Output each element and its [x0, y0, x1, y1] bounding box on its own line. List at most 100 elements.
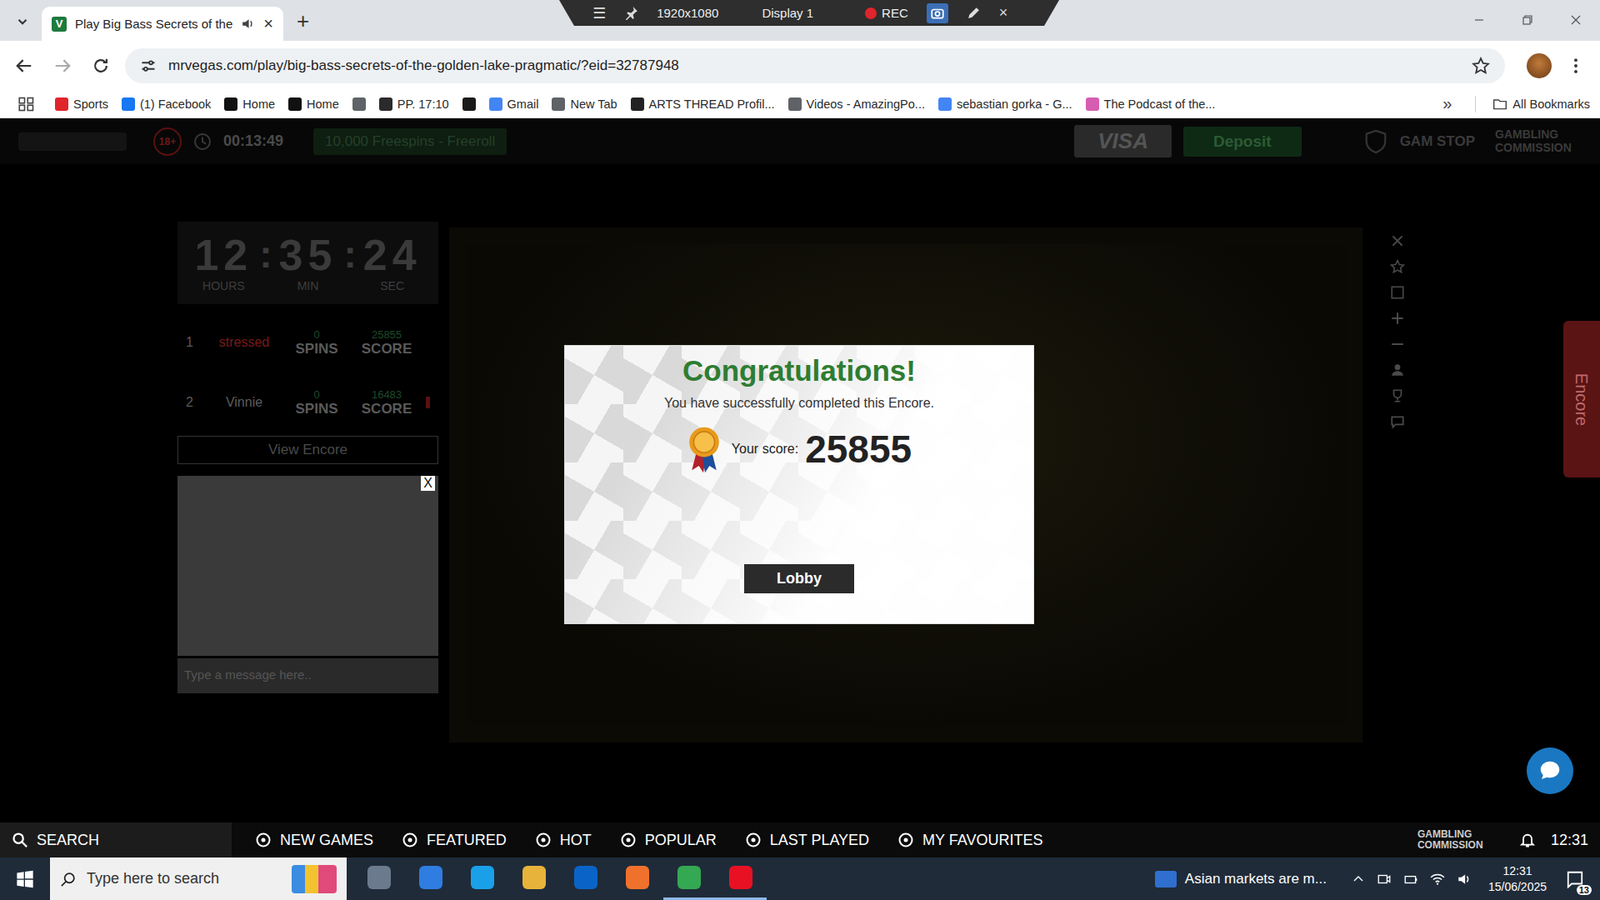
- close-game-icon[interactable]: [1390, 233, 1405, 249]
- tab-close-button[interactable]: ×: [263, 14, 274, 34]
- taskbar-app[interactable]: [560, 857, 612, 900]
- chat-input[interactable]: Type a message here..: [177, 658, 439, 694]
- gambling-commission-logo[interactable]: GAMBLING COMMISSION: [1495, 128, 1582, 155]
- deposit-button[interactable]: Deposit: [1183, 126, 1302, 157]
- profile-avatar-icon[interactable]: [1526, 53, 1552, 79]
- nav-item[interactable]: MY FAVOURITES: [897, 831, 1043, 850]
- minimize-icon[interactable]: [1455, 13, 1504, 27]
- leaderboard-row[interactable]: 1stressed0SPINS25855SCORE: [177, 320, 439, 365]
- recorder-rec-button[interactable]: REC: [865, 5, 909, 20]
- battery-icon[interactable]: [1403, 871, 1419, 887]
- bookmark-item[interactable]: sebastian gorka - G...: [938, 97, 1073, 111]
- taskbar-app[interactable]: [353, 857, 405, 900]
- system-clock[interactable]: 12:3115/06/2025: [1488, 863, 1547, 894]
- nav-item[interactable]: FEATURED: [401, 831, 507, 850]
- apps-grid-icon[interactable]: [18, 95, 35, 113]
- bookmark-item[interactable]: The Podcast of the...: [1085, 97, 1216, 111]
- shield-icon: [1363, 129, 1389, 155]
- taskbar-app[interactable]: [405, 857, 457, 900]
- nav-item[interactable]: HOT: [535, 831, 592, 850]
- bookmark-item[interactable]: Home: [288, 97, 340, 111]
- game-page: 12HOURS:35MIN:24SEC1stressed0SPINS25855S…: [0, 164, 1600, 823]
- search-button[interactable]: SEARCH: [0, 822, 232, 858]
- recorder-resolution[interactable]: 1920x1080: [656, 5, 719, 20]
- app-icon: [419, 865, 443, 890]
- bookmark-item[interactable]: [352, 97, 366, 111]
- bookmark-item[interactable]: ARTS THREAD Profil...: [630, 97, 775, 111]
- gambling-commission-logo[interactable]: GAMBLING COMMISSION: [1417, 829, 1505, 851]
- favourite-star-icon[interactable]: [1390, 259, 1405, 275]
- leaderboard-row[interactable]: 2Vinnie0SPINS16483SCORE: [177, 380, 439, 425]
- casino-site: 18+00:13:4910,000 Freespins - FreerollVI…: [0, 118, 1600, 858]
- nav-item-icon: [401, 831, 419, 849]
- lobby-button[interactable]: Lobby: [744, 564, 855, 594]
- url-field[interactable]: mrvegas.com/play/big-bass-secrets-of-the…: [125, 48, 1505, 84]
- bookmark-item[interactable]: Home: [224, 97, 275, 111]
- gamstop-logo[interactable]: GAM STOP: [1400, 133, 1475, 150]
- nav-item[interactable]: LAST PLAYED: [745, 831, 870, 850]
- promo-banner[interactable]: 10,000 Freespins - Freeroll: [313, 128, 507, 155]
- fullscreen-icon[interactable]: [1390, 285, 1405, 300]
- pin-icon[interactable]: [624, 5, 639, 20]
- wifi-icon[interactable]: [1430, 871, 1445, 887]
- user-icon[interactable]: [1390, 362, 1405, 378]
- zoom-in-icon[interactable]: [1390, 310, 1405, 326]
- nav-item[interactable]: POPULAR: [620, 831, 717, 850]
- chat-icon[interactable]: [1390, 414, 1405, 430]
- all-bookmarks-button[interactable]: All Bookmarks: [1492, 96, 1590, 112]
- taskbar-app[interactable]: [715, 857, 767, 900]
- camera-icon[interactable]: [926, 3, 949, 24]
- bookmark-item[interactable]: [462, 97, 476, 111]
- recorder-display[interactable]: Display 1: [761, 5, 814, 20]
- browser-tab[interactable]: VPlay Big Bass Secrets of the×: [41, 6, 284, 41]
- recorder-menu-button[interactable]: ☰: [592, 4, 606, 23]
- taskbar-app[interactable]: [508, 857, 560, 900]
- menu-kebab-icon[interactable]: [1561, 51, 1590, 80]
- nav-item[interactable]: NEW GAMES: [255, 831, 374, 850]
- live-chat-button[interactable]: [1526, 747, 1574, 795]
- folder-icon: [1492, 96, 1508, 112]
- bookmark-icon: [938, 97, 952, 111]
- news-widget[interactable]: Asian markets are m...: [1155, 870, 1327, 888]
- forward-icon[interactable]: [48, 51, 77, 80]
- bookmark-star-icon[interactable]: [1471, 56, 1490, 75]
- notifications-button[interactable]: 13: [1558, 870, 1592, 889]
- bookmark-item[interactable]: (1) Facebook: [121, 97, 211, 111]
- speaker-icon[interactable]: [240, 16, 255, 31]
- back-icon[interactable]: [10, 51, 39, 80]
- recorder-close-button[interactable]: ×: [999, 4, 1009, 22]
- bell-icon[interactable]: [1519, 831, 1536, 849]
- restore-icon[interactable]: [1503, 13, 1552, 27]
- taskbar-app[interactable]: [663, 857, 715, 900]
- bookmark-item[interactable]: Gmail: [489, 97, 540, 111]
- bookmark-icon: [630, 97, 645, 111]
- close-window-icon[interactable]: [1551, 13, 1600, 27]
- site-settings-icon[interactable]: [140, 57, 157, 75]
- meet-icon[interactable]: [1376, 871, 1392, 887]
- taskbar-app[interactable]: [456, 857, 509, 900]
- bookmark-item[interactable]: Videos - AmazingPo...: [788, 97, 925, 111]
- bookmark-icon: [489, 97, 503, 111]
- site-logo-icon[interactable]: [18, 132, 127, 151]
- chat-close-button[interactable]: X: [420, 475, 435, 491]
- gift-icon[interactable]: [291, 865, 337, 894]
- reload-icon[interactable]: [86, 51, 115, 80]
- start-button[interactable]: [0, 870, 50, 889]
- bookmark-item[interactable]: Sports: [55, 97, 109, 111]
- trophy-icon[interactable]: [1390, 388, 1405, 404]
- zoom-out-icon[interactable]: [1390, 336, 1405, 352]
- pencil-icon[interactable]: [966, 5, 981, 20]
- site-time: 12:31: [1550, 831, 1589, 850]
- bookmark-item[interactable]: New Tab: [551, 97, 617, 111]
- volume-icon[interactable]: [1456, 871, 1472, 887]
- tab-search-icon[interactable]: [15, 14, 30, 30]
- encore-side-tab[interactable]: Encore: [1563, 320, 1600, 478]
- view-encore-button[interactable]: View Encore: [177, 435, 439, 465]
- taskbar-app[interactable]: [611, 857, 664, 900]
- more-bookmarks-button[interactable]: »: [1442, 94, 1452, 114]
- tray-chevron-icon[interactable]: [1351, 872, 1365, 886]
- bookmark-item[interactable]: PP. 17:10: [379, 97, 450, 111]
- new-tab-button[interactable]: +: [296, 8, 310, 35]
- search-icon: [60, 870, 77, 888]
- taskbar-search[interactable]: Type here to search: [50, 857, 347, 900]
